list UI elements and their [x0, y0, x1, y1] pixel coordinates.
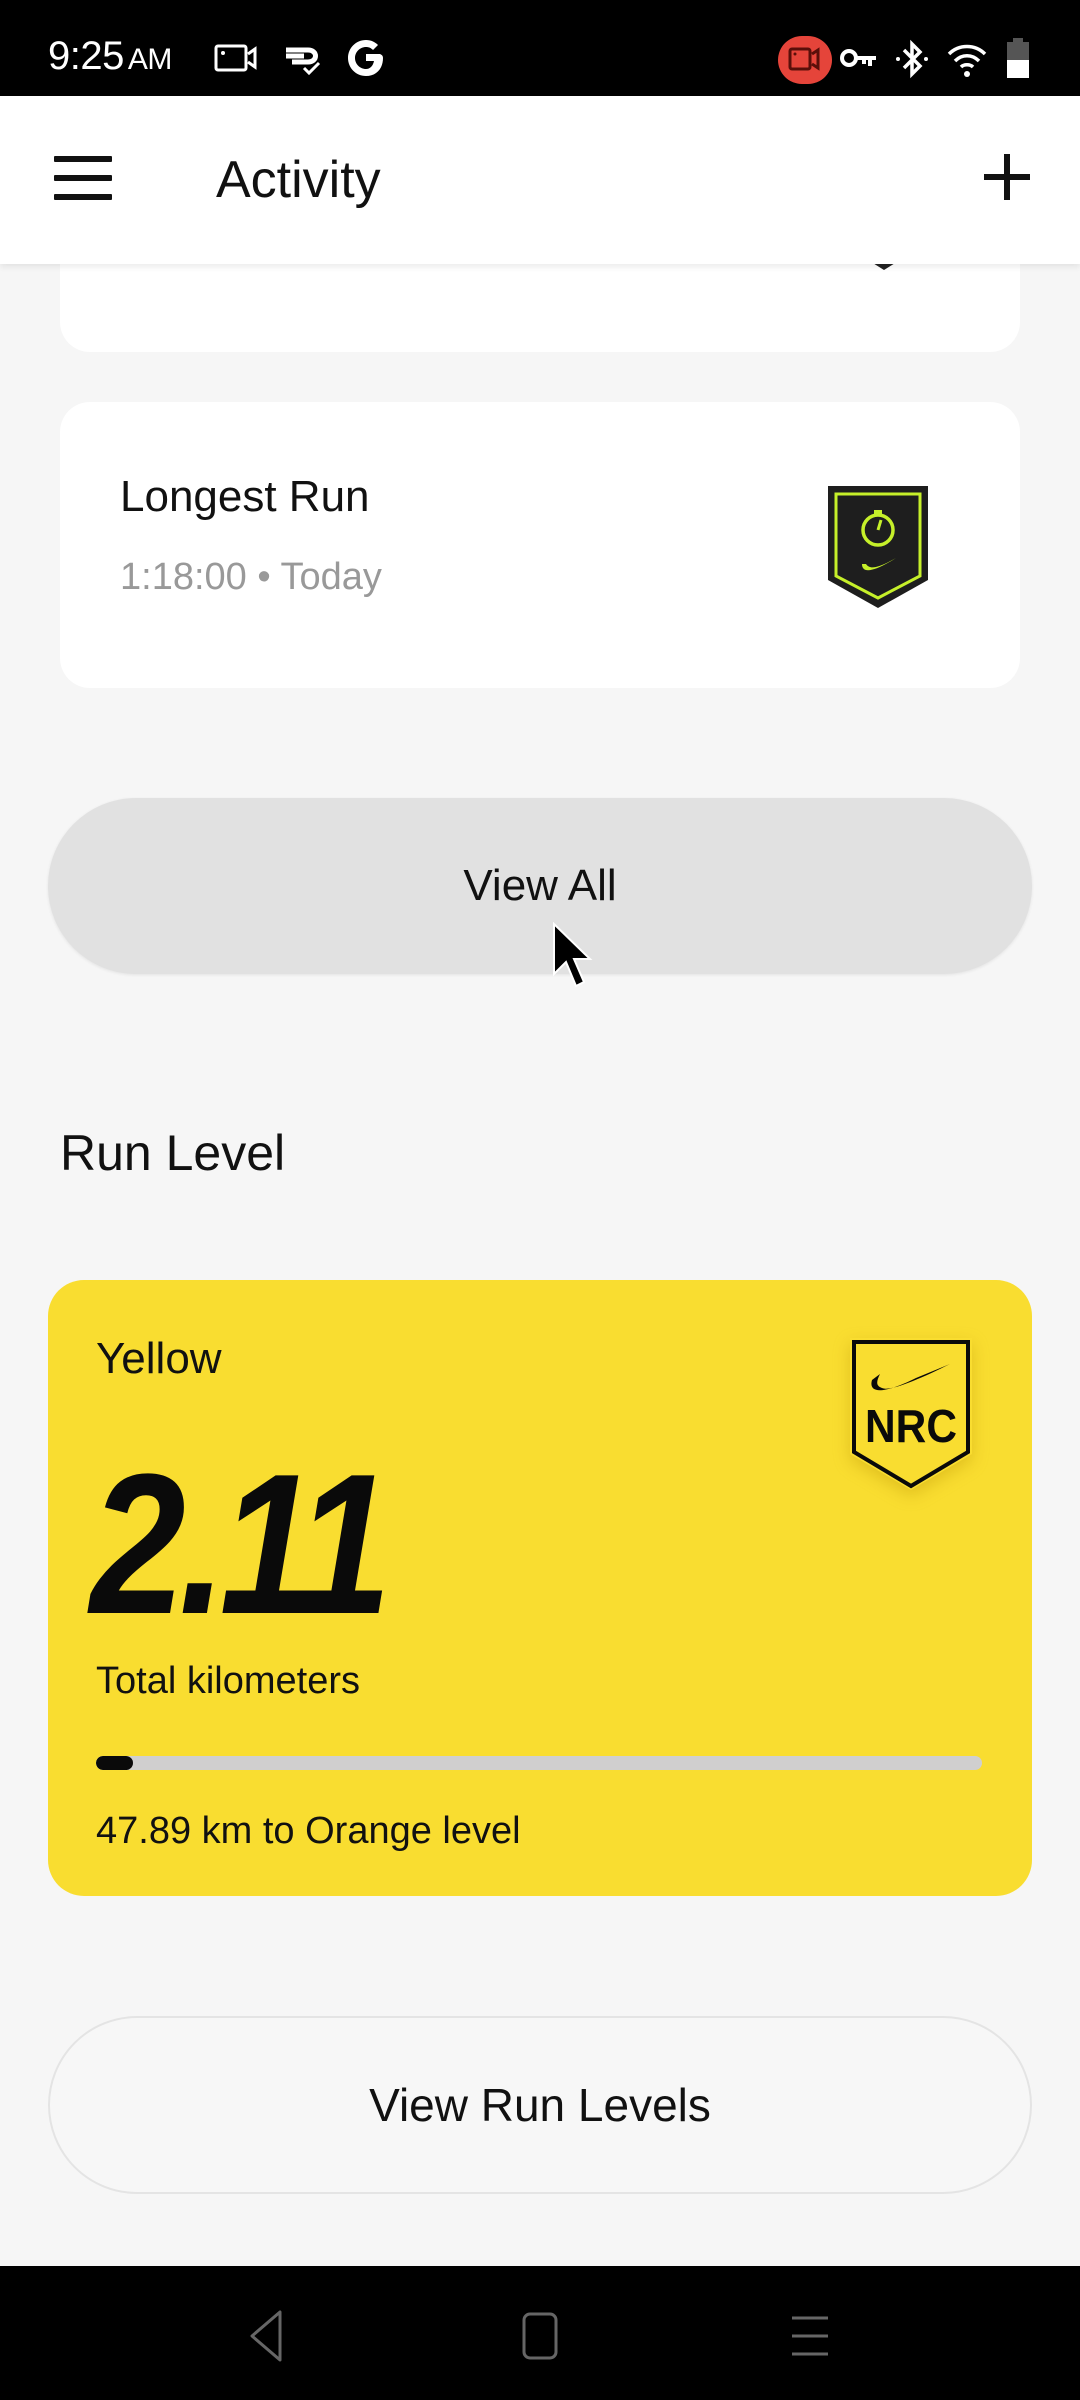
achievement-subtitle: 1:18:00 • Today [120, 556, 382, 598]
run-level-heading: Run Level [60, 1125, 286, 1181]
view-all-button[interactable]: View All [48, 798, 1032, 974]
screen-record-icon [214, 44, 257, 72]
remaining-km-text: 47.89 km to Orange level [96, 1810, 521, 1852]
recents-icon[interactable] [780, 2306, 840, 2366]
bluetooth-icon [896, 39, 928, 79]
battery-icon [1007, 38, 1029, 78]
vpn-key-icon [840, 49, 876, 67]
nrc-badge-icon: NRC [850, 1338, 972, 1490]
hamburger-menu-icon[interactable] [54, 156, 112, 200]
time-text: 9:25 [48, 34, 124, 78]
recording-active-icon [778, 36, 832, 84]
total-km-label: Total kilometers [96, 1660, 360, 1702]
level-progress-fill [96, 1756, 134, 1770]
run-level-card[interactable]: Yellow 2.11 Total kilometers 47.89 km to… [48, 1280, 1032, 1896]
ampm-text: AM [127, 43, 173, 76]
level-name: Yellow [96, 1334, 222, 1383]
total-km-value: 2.11 [90, 1433, 391, 1656]
status-bar: 9:25 AM [0, 0, 1080, 96]
home-icon[interactable] [510, 2306, 570, 2366]
back-icon[interactable] [238, 2306, 298, 2366]
achievement-card-longest-run[interactable]: Longest Run 1:18:00 • Today [60, 402, 1020, 688]
mouse-cursor-icon [553, 922, 593, 988]
app-bar: Activity [0, 96, 1080, 264]
nrc-text: NRC [865, 1400, 957, 1452]
google-icon [348, 40, 383, 76]
achievement-title: Longest Run [120, 472, 370, 521]
stopwatch-badge-icon [828, 486, 928, 608]
level-progress-bar [96, 1756, 982, 1770]
page-title: Activity [216, 151, 381, 209]
system-nav-bar [0, 2266, 1080, 2400]
plus-icon[interactable] [984, 154, 1030, 200]
view-run-levels-button[interactable]: View Run Levels [48, 2016, 1032, 2194]
sync-check-icon [286, 47, 321, 76]
status-time: 9:25 AM [48, 34, 172, 79]
wifi-icon [947, 44, 987, 77]
